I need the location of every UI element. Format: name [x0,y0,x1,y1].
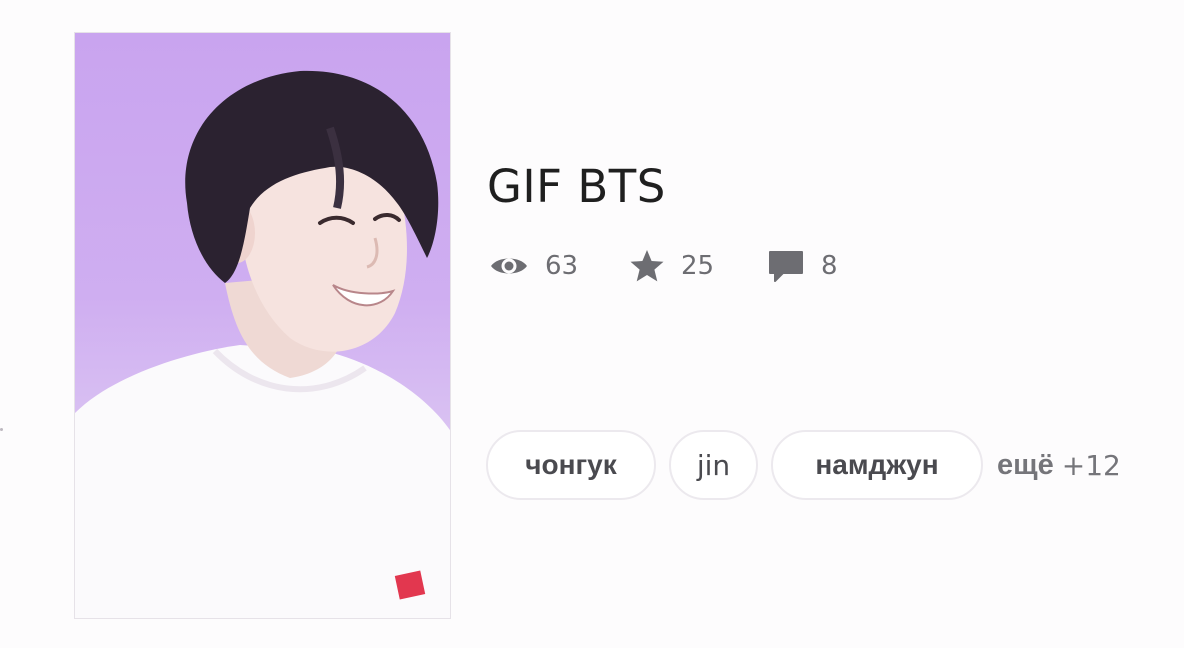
edge-marker [0,428,3,431]
post-title[interactable]: GIF BTS [487,160,666,213]
tag-chip[interactable]: намджун [771,430,983,500]
post-card[interactable]: GIF BTS 63 25 8 чонгук jin намджун ещё +… [0,0,1184,648]
cover-photo-illustration [75,70,450,618]
cover-image[interactable] [74,32,451,619]
tag-chip[interactable]: jin [669,430,758,500]
comment-bubble-icon[interactable] [767,249,805,283]
views-stat: 63 [489,246,578,286]
stars-count: 25 [681,251,715,281]
stars-stat[interactable]: 25 [629,246,714,286]
more-tags-count: +12 [1061,448,1121,482]
star-icon[interactable] [629,249,665,283]
views-count: 63 [545,251,579,281]
eye-icon [489,253,529,279]
more-tags-label: ещё [997,448,1054,481]
tag-chip[interactable]: чонгук [486,430,656,500]
more-tags-link[interactable]: ещё +12 [997,430,1121,500]
comments-count: 8 [821,251,838,281]
comments-stat[interactable]: 8 [767,246,838,286]
